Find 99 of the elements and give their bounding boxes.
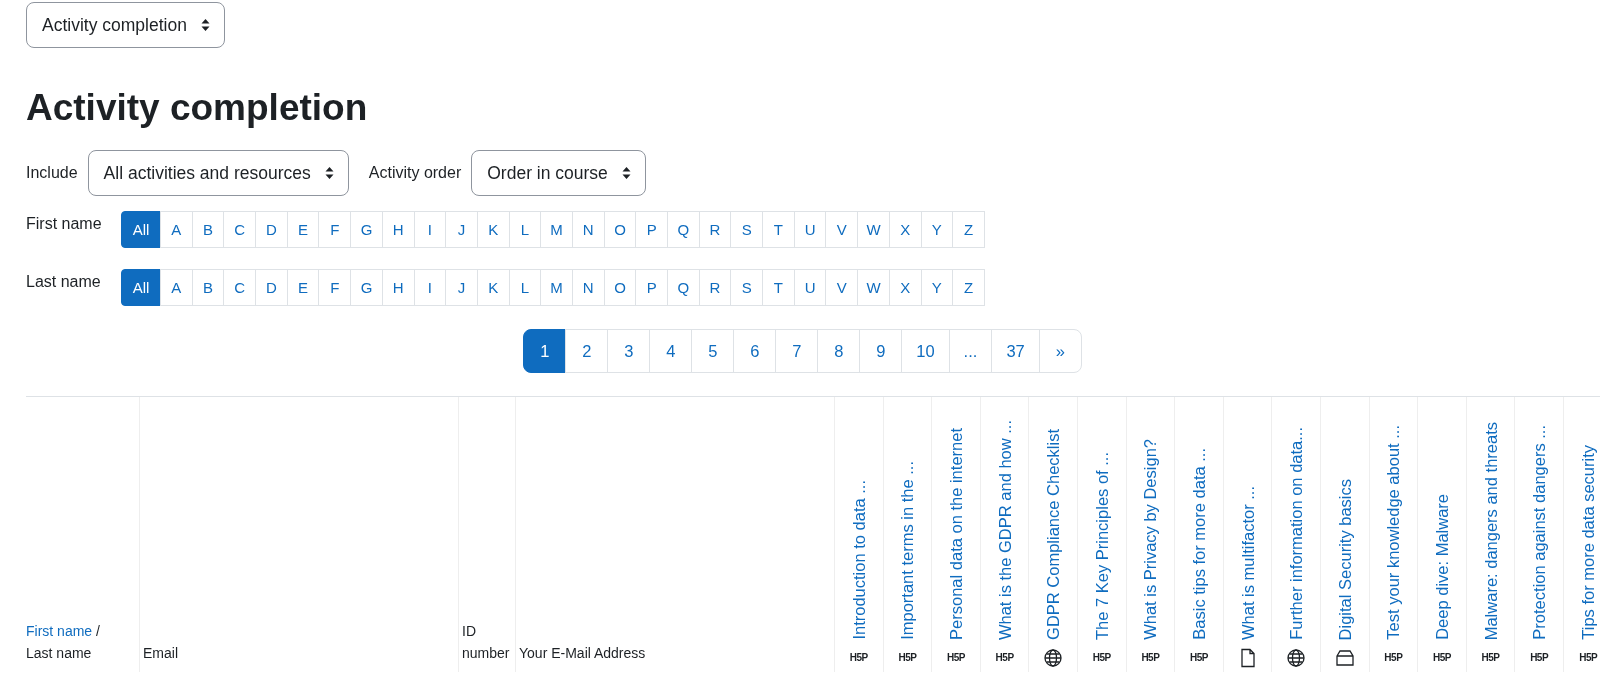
logo-text: H5P: [1530, 651, 1549, 665]
activity-header-link[interactable]: Basic tips for more data ...: [1188, 448, 1209, 640]
initial-link[interactable]: G: [350, 269, 383, 306]
globe-icon: [1043, 648, 1064, 668]
column-header: Your E-Mail Address: [519, 644, 647, 663]
initial-link[interactable]: Z: [952, 211, 985, 248]
initial-link[interactable]: C: [223, 211, 257, 248]
page-link[interactable]: 1: [523, 329, 567, 373]
page-link[interactable]: 5: [691, 329, 735, 373]
page-link[interactable]: 2: [565, 329, 609, 373]
initial-link[interactable]: H: [381, 269, 415, 306]
logo-text: H5P: [1141, 651, 1160, 665]
caret-icon: [200, 18, 210, 32]
initial-link[interactable]: N: [571, 269, 605, 306]
initial-link[interactable]: Z: [952, 269, 985, 306]
page-link[interactable]: ...: [948, 329, 993, 373]
filter-select[interactable]: Order in course: [471, 150, 646, 196]
activity-header-link[interactable]: Important terms in the ...: [897, 461, 918, 640]
page-link[interactable]: 3: [607, 329, 651, 373]
filter-label: Activity order: [368, 164, 462, 182]
activity-header-link[interactable]: What is the GDPR and how ...: [994, 419, 1015, 640]
activity-header-link[interactable]: Tips for more data security: [1578, 445, 1599, 640]
initial-link[interactable]: C: [223, 269, 257, 306]
logo-text: H5P: [1189, 651, 1208, 665]
initial-link[interactable]: H: [381, 211, 415, 248]
initial-link[interactable]: S: [730, 211, 764, 248]
activity-header-link[interactable]: Introduction to data ...: [848, 480, 869, 640]
logo-text: H5P: [1092, 651, 1111, 665]
initials-label: Last name: [26, 272, 102, 291]
filter-select[interactable]: All activities and resources: [87, 150, 349, 196]
page-link[interactable]: 8: [817, 329, 861, 373]
activity-header-link[interactable]: Further information on data...: [1286, 427, 1307, 640]
page-link[interactable]: »: [1038, 329, 1082, 373]
initial-link[interactable]: K: [476, 269, 510, 306]
initial-link[interactable]: D: [255, 269, 288, 306]
activity-header-link[interactable]: Personal data on the internet: [946, 428, 966, 640]
page-link[interactable]: 7: [775, 329, 819, 373]
filter-label: Include: [26, 164, 78, 182]
initial-link[interactable]: G: [350, 211, 383, 248]
page-link[interactable]: 9: [859, 329, 903, 373]
activity-header-link[interactable]: What is multifactor ...: [1237, 485, 1258, 640]
initial-link[interactable]: P: [635, 269, 668, 306]
initial-link[interactable]: S: [730, 269, 764, 306]
page-link[interactable]: 6: [733, 329, 777, 373]
logo-text: H5P: [898, 651, 917, 665]
activity-header-link[interactable]: Deep dive: Malware: [1431, 494, 1452, 640]
initial-link[interactable]: M: [540, 269, 573, 306]
logo-text: H5P: [995, 651, 1014, 665]
logo-text: H5P: [849, 651, 868, 665]
initial-link[interactable]: T: [762, 211, 795, 248]
initial-link[interactable]: W: [857, 269, 890, 306]
activity-header-link[interactable]: Digital Security basics: [1334, 478, 1355, 640]
first-name-sort-link[interactable]: First name: [26, 623, 93, 639]
column-header: Last name: [26, 644, 93, 663]
caret-icon: [621, 166, 631, 180]
page-link[interactable]: 10: [901, 329, 950, 373]
initial-link[interactable]: X: [888, 211, 922, 248]
column-header: ID number: [462, 622, 511, 663]
initial-link[interactable]: V: [825, 211, 859, 248]
activity-header-link[interactable]: Test your knowledge about ...: [1383, 425, 1404, 640]
initial-link[interactable]: A: [160, 211, 193, 248]
logo-text: H5P: [947, 651, 965, 665]
initial-link[interactable]: J: [445, 269, 478, 306]
logo-text: H5P: [1384, 651, 1403, 665]
page-link[interactable]: 4: [649, 329, 693, 373]
logo-text: H5P: [1432, 651, 1451, 665]
initial-link[interactable]: Q: [667, 211, 700, 248]
initial-link[interactable]: All: [121, 269, 161, 306]
activity-header-link[interactable]: Protection against dangers ...: [1529, 425, 1550, 640]
logo-text: H5P: [1579, 651, 1598, 665]
globe-icon: [1286, 648, 1307, 668]
caret-icon: [324, 166, 334, 180]
initial-link[interactable]: V: [825, 269, 859, 306]
column-header: Email: [143, 644, 179, 663]
initials-label: First name: [26, 214, 103, 233]
logo-text: H5P: [1481, 651, 1500, 665]
initial-link[interactable]: W: [857, 211, 890, 248]
initial-link[interactable]: All: [121, 211, 161, 248]
initial-link[interactable]: F: [318, 269, 352, 306]
initial-link[interactable]: N: [571, 211, 605, 248]
activity-header-link[interactable]: The 7 Key Principles of ...: [1091, 452, 1112, 640]
initial-link[interactable]: M: [540, 211, 573, 248]
page-link[interactable]: 37: [991, 329, 1040, 373]
initial-link[interactable]: F: [318, 211, 352, 248]
initial-link[interactable]: T: [762, 269, 795, 306]
page-heading: Activity completion: [26, 86, 369, 130]
box-icon: [1334, 648, 1355, 668]
initial-link[interactable]: K: [476, 211, 510, 248]
initial-link[interactable]: P: [635, 211, 668, 248]
initial-link[interactable]: A: [160, 269, 193, 306]
report-select[interactable]: Activity completion: [26, 2, 225, 48]
initial-link[interactable]: Q: [667, 269, 700, 306]
activity-header-link[interactable]: GDPR Compliance Checklist: [1043, 429, 1064, 640]
initial-link[interactable]: X: [888, 269, 922, 306]
header-separator: /: [95, 623, 100, 639]
initial-link[interactable]: D: [255, 211, 288, 248]
activity-header-link[interactable]: Malware: dangers and threats: [1480, 421, 1501, 640]
activity-header-link[interactable]: What is Privacy by Design?: [1140, 439, 1161, 640]
initial-link[interactable]: J: [445, 211, 478, 248]
